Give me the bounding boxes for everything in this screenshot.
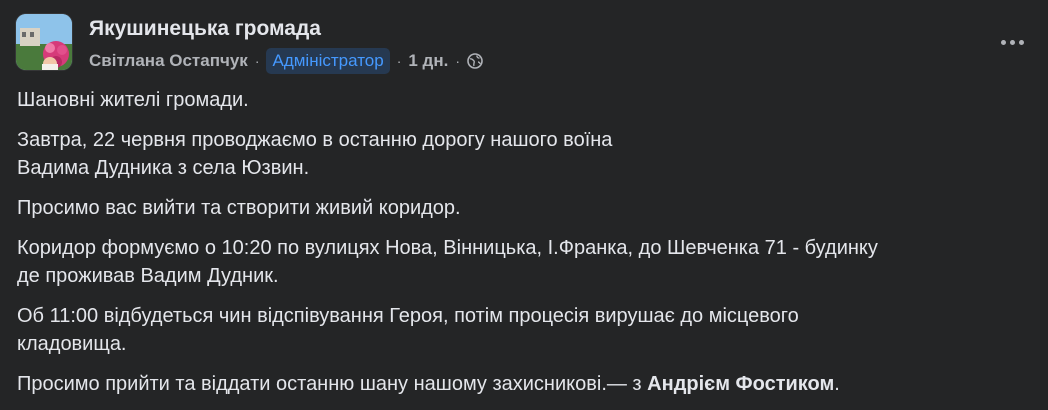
group-name-link[interactable]: Якушинецька громада <box>89 16 483 42</box>
tagged-person-link[interactable]: Андрієм Фостиком <box>647 373 834 395</box>
globe-icon[interactable] <box>467 53 483 69</box>
tag-suffix: . <box>834 373 840 395</box>
post-subline: Світлана Остапчук · Адміністратор · 1 дн… <box>89 48 483 74</box>
separator-dot: · <box>254 53 260 69</box>
separator-dot: · <box>455 53 461 69</box>
avatar-image <box>16 14 72 70</box>
tag-prefix: — з <box>606 373 642 395</box>
post-paragraph: Об 11:00 відбудеться чин відспівування Г… <box>17 305 799 355</box>
post-timestamp[interactable]: 1 дн. <box>408 49 448 73</box>
role-badge[interactable]: Адміністратор <box>266 48 390 74</box>
more-options-button[interactable] <box>992 24 1032 60</box>
post-body: Шановні жителі громади. Завтра, 22 червн… <box>17 86 1032 410</box>
author-link[interactable]: Світлана Остапчук <box>89 49 248 73</box>
post-paragraph: Просимо вас вийти та створити живий кори… <box>17 197 461 219</box>
post-header: Якушинецька громада Світлана Остапчук · … <box>16 14 483 74</box>
facebook-post: Якушинецька громада Світлана Остапчук · … <box>0 0 1048 410</box>
more-dot <box>1009 39 1015 45</box>
post-paragraph: Шановні жителі громади. <box>17 89 249 111</box>
post-paragraph: Коридор формуємо о 10:20 по вулицях Нова… <box>17 237 878 287</box>
separator-dot: · <box>396 53 402 69</box>
group-avatar[interactable] <box>16 14 72 70</box>
post-paragraph-last: Просимо прийти та віддати останню шану н… <box>17 370 1032 398</box>
more-dot <box>1018 39 1024 45</box>
last-paragraph-text: Просимо прийти та віддати останню шану н… <box>17 373 607 395</box>
post-meta: Якушинецька громада Світлана Остапчук · … <box>89 14 483 74</box>
post-paragraph: Завтра, 22 червня проводжаємо в останню … <box>17 129 613 179</box>
more-dot <box>1000 39 1006 45</box>
